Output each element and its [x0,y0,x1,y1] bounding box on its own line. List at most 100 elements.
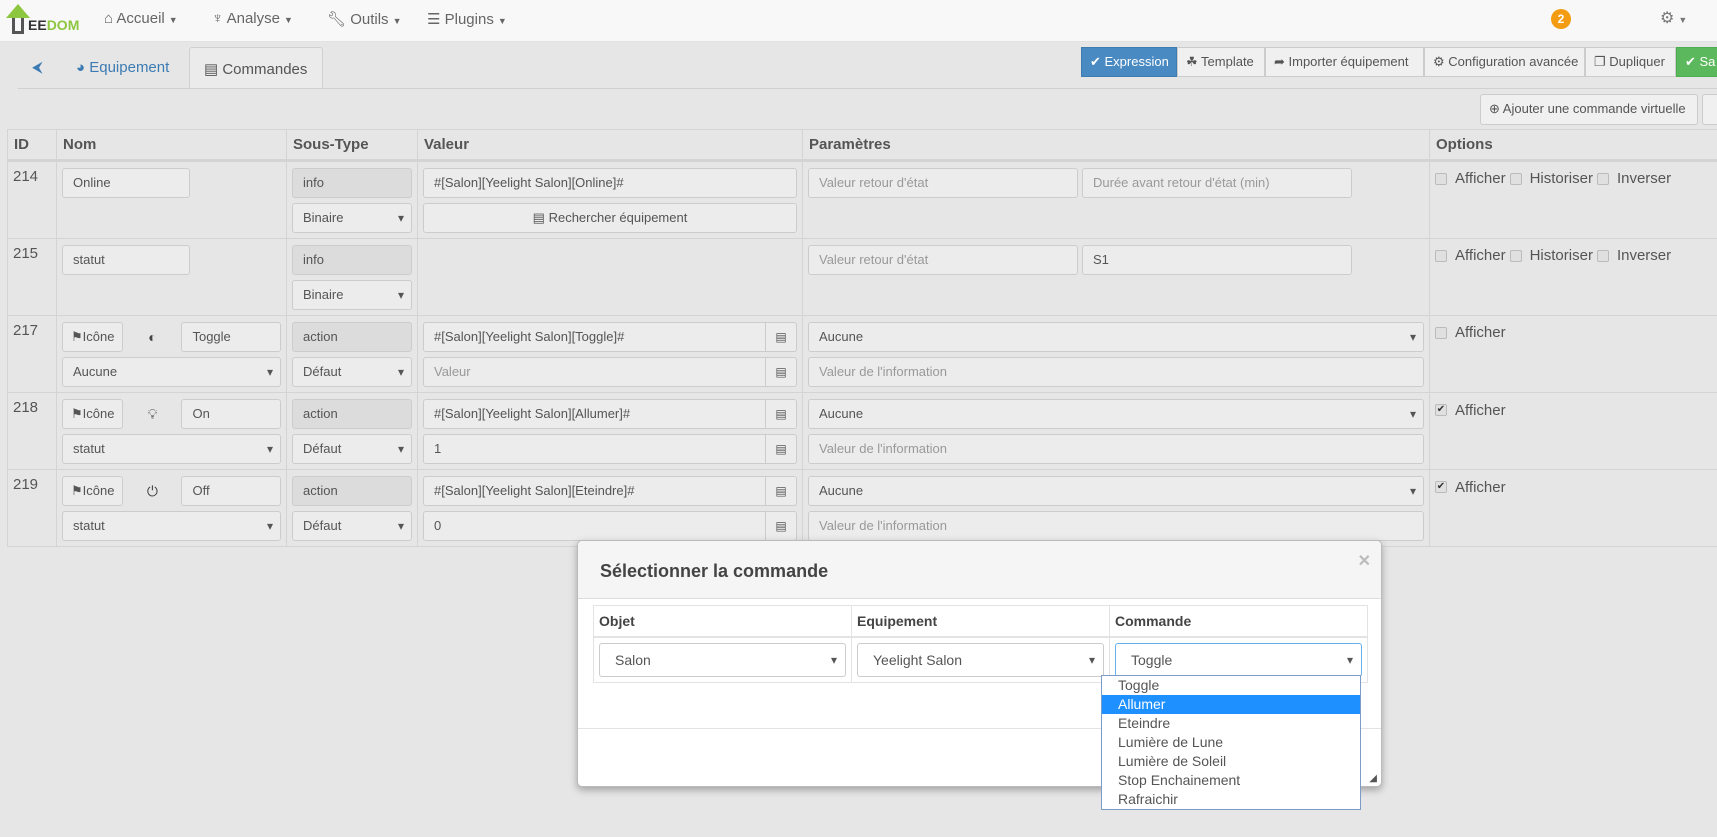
list-alt-icon[interactable]: ▤ [766,322,797,352]
table-header-row: ID Nom Sous-Type Valeur Paramètres Optio… [7,129,1717,162]
choose-icon-button[interactable]: ⚑Icône [62,322,124,352]
param-input[interactable]: Valeur retour d'état [808,245,1078,275]
resize-handle-icon[interactable]: ◢ [1369,773,1377,784]
extra-button[interactable] [1702,94,1717,125]
checkbox[interactable]: ✔ [1435,404,1447,416]
template-button[interactable]: ☘ Template [1177,47,1265,77]
info-link-select[interactable]: statut [62,511,281,541]
dropdown-option[interactable]: Stop Enchainement [1102,771,1360,790]
checkbox[interactable] [1509,249,1522,262]
option-inverser[interactable]: Inverser [1596,170,1671,187]
checkbox[interactable] [1435,326,1447,339]
param-input[interactable]: Durée avant retour d'état (min) [1082,168,1352,198]
param-info-input[interactable]: Valeur de l'information [808,357,1424,387]
subtype-select[interactable]: Défaut [292,357,412,387]
param-input[interactable]: S1 [1082,245,1352,275]
option-afficher[interactable]: ✔ Afficher [1435,402,1506,419]
option-inverser[interactable]: Inverser [1596,247,1671,264]
option-afficher[interactable]: Afficher [1435,324,1506,341]
option-label: Afficher [1455,324,1506,341]
param-select[interactable]: Aucune [808,476,1424,506]
option-historiser[interactable]: Historiser [1509,247,1593,264]
add-virtual-command-button[interactable]: ⊕ Ajouter une commande virtuelle [1480,94,1698,125]
dropdown-option[interactable]: Allumer [1102,695,1360,714]
param-input[interactable]: Valeur retour d'état [808,168,1078,198]
option-afficher[interactable]: ✔ Afficher [1435,479,1506,496]
option-afficher[interactable]: Afficher [1435,170,1506,187]
value2-input[interactable]: Valeur [423,357,766,387]
subtype-select[interactable]: Défaut [292,434,412,464]
checkbox[interactable]: ✔ [1435,481,1447,493]
params-line: Valeur de l'information [808,434,1424,464]
command-name-input[interactable]: Off [181,476,281,506]
subtype-select[interactable]: Binaire [292,203,412,233]
navbar: EEDOM ⌂ Accueil ▼ ♆ Analyse ▼ 🔧︎ Outils ▼ ☰… [0,0,1717,42]
info-link-select[interactable]: statut [62,434,281,464]
expression-button[interactable]: ✔ Expression [1081,47,1177,77]
value-line: #[Salon][Yeelight Salon][Toggle]# ▤ [423,322,797,352]
option-historiser[interactable]: Historiser [1509,170,1593,187]
dropdown-option[interactable]: Toggle [1102,676,1360,695]
value2-input[interactable]: 1 [423,434,766,464]
duplicate-button[interactable]: ❐ Dupliquer [1585,47,1676,77]
checkbox[interactable] [1509,172,1522,185]
dropdown-option[interactable]: Eteindre [1102,714,1360,733]
nav-accueil[interactable]: ⌂ Accueil ▼ [104,10,178,27]
search-equipment-button[interactable]: ▤ Rechercher équipement [423,203,797,233]
value-input[interactable]: #[Salon][Yeelight Salon][Eteindre]# [423,476,766,506]
params-line: Valeur de l'information [808,511,1424,541]
list-alt-icon[interactable]: ▤ [766,434,797,464]
option-afficher[interactable]: Afficher [1435,247,1506,264]
choose-icon-button[interactable]: ⚑Icône [62,399,124,429]
settings-gear-icon[interactable]: ⚙ ▼ [1660,8,1687,28]
param-info-input[interactable]: Valeur de l'information [808,511,1424,541]
value-input[interactable]: #[Salon][Yeelight Salon][Toggle]# [423,322,766,352]
list-alt-icon[interactable]: ▤ [766,511,797,541]
subtype-select[interactable]: Défaut [292,511,412,541]
subtype-select[interactable]: Binaire [292,280,412,310]
dropdown-option[interactable]: Lumière de Lune [1102,733,1360,752]
value2-input[interactable]: 0 [423,511,766,541]
param-select[interactable]: Aucune [808,399,1424,429]
value-input[interactable]: #[Salon][Yeelight Salon][Allumer]# [423,399,766,429]
checkbox[interactable] [1596,172,1609,185]
command-name-input[interactable]: On [181,399,281,429]
objet-select[interactable]: Salon [599,642,846,677]
tab-back[interactable]: ⮜ [18,47,57,89]
options-cell: ✔ Afficher [1429,392,1717,470]
param-select[interactable]: Aucune [808,322,1424,352]
command-name-input[interactable]: Online [62,168,190,198]
dropdown-option[interactable]: Lumière de Soleil [1102,752,1360,771]
tab-equipement[interactable]: ◕ Equipement [62,47,183,89]
jeedom-logo[interactable]: EEDOM [6,4,79,36]
commande-select[interactable]: Toggle [1115,642,1362,677]
param-info-input[interactable]: Valeur de l'information [808,434,1424,464]
name-line: ⚑Icône ◐ Toggle [62,322,281,352]
close-icon[interactable]: ✕ [1358,551,1371,571]
name-cell: ⚑Icône 💡︎ On statut [56,392,287,470]
list-alt-icon[interactable]: ▤ [766,476,797,506]
list-alt-icon[interactable]: ▤ [766,399,797,429]
checkbox[interactable] [1435,249,1447,262]
nav-outils[interactable]: 🔧︎ Outils ▼ [327,10,401,28]
command-name-input[interactable]: Toggle [181,322,281,352]
command-id: 217 [7,315,57,393]
import-equipment-button[interactable]: ➦ Importer équipement [1265,47,1424,77]
params-line: Valeur retour d'état S1 [808,245,1424,275]
notification-badge[interactable]: 2 [1551,9,1571,29]
save-button[interactable]: ✔ Sa [1676,47,1717,77]
value-textarea[interactable]: #[Salon][Yeelight Salon][Online]# [423,168,797,198]
nav-plugins[interactable]: ☰ Plugins ▼ [427,10,507,28]
wrench-icon: 🔧︎ [327,11,351,28]
nav-analyse[interactable]: ♆ Analyse ▼ [212,10,293,27]
equipement-select[interactable]: Yeelight Salon [857,642,1104,677]
choose-icon-button[interactable]: ⚑Icône [62,476,124,506]
info-link-select[interactable]: Aucune [62,357,281,387]
checkbox[interactable] [1435,172,1447,185]
dropdown-option[interactable]: Rafraichir [1102,790,1360,809]
command-name-input[interactable]: statut [62,245,190,275]
list-alt-icon[interactable]: ▤ [766,357,797,387]
advanced-config-button[interactable]: ⚙ Configuration avancée [1424,47,1585,77]
tab-commandes[interactable]: ▤ Commandes [189,47,323,89]
checkbox[interactable] [1596,249,1609,262]
